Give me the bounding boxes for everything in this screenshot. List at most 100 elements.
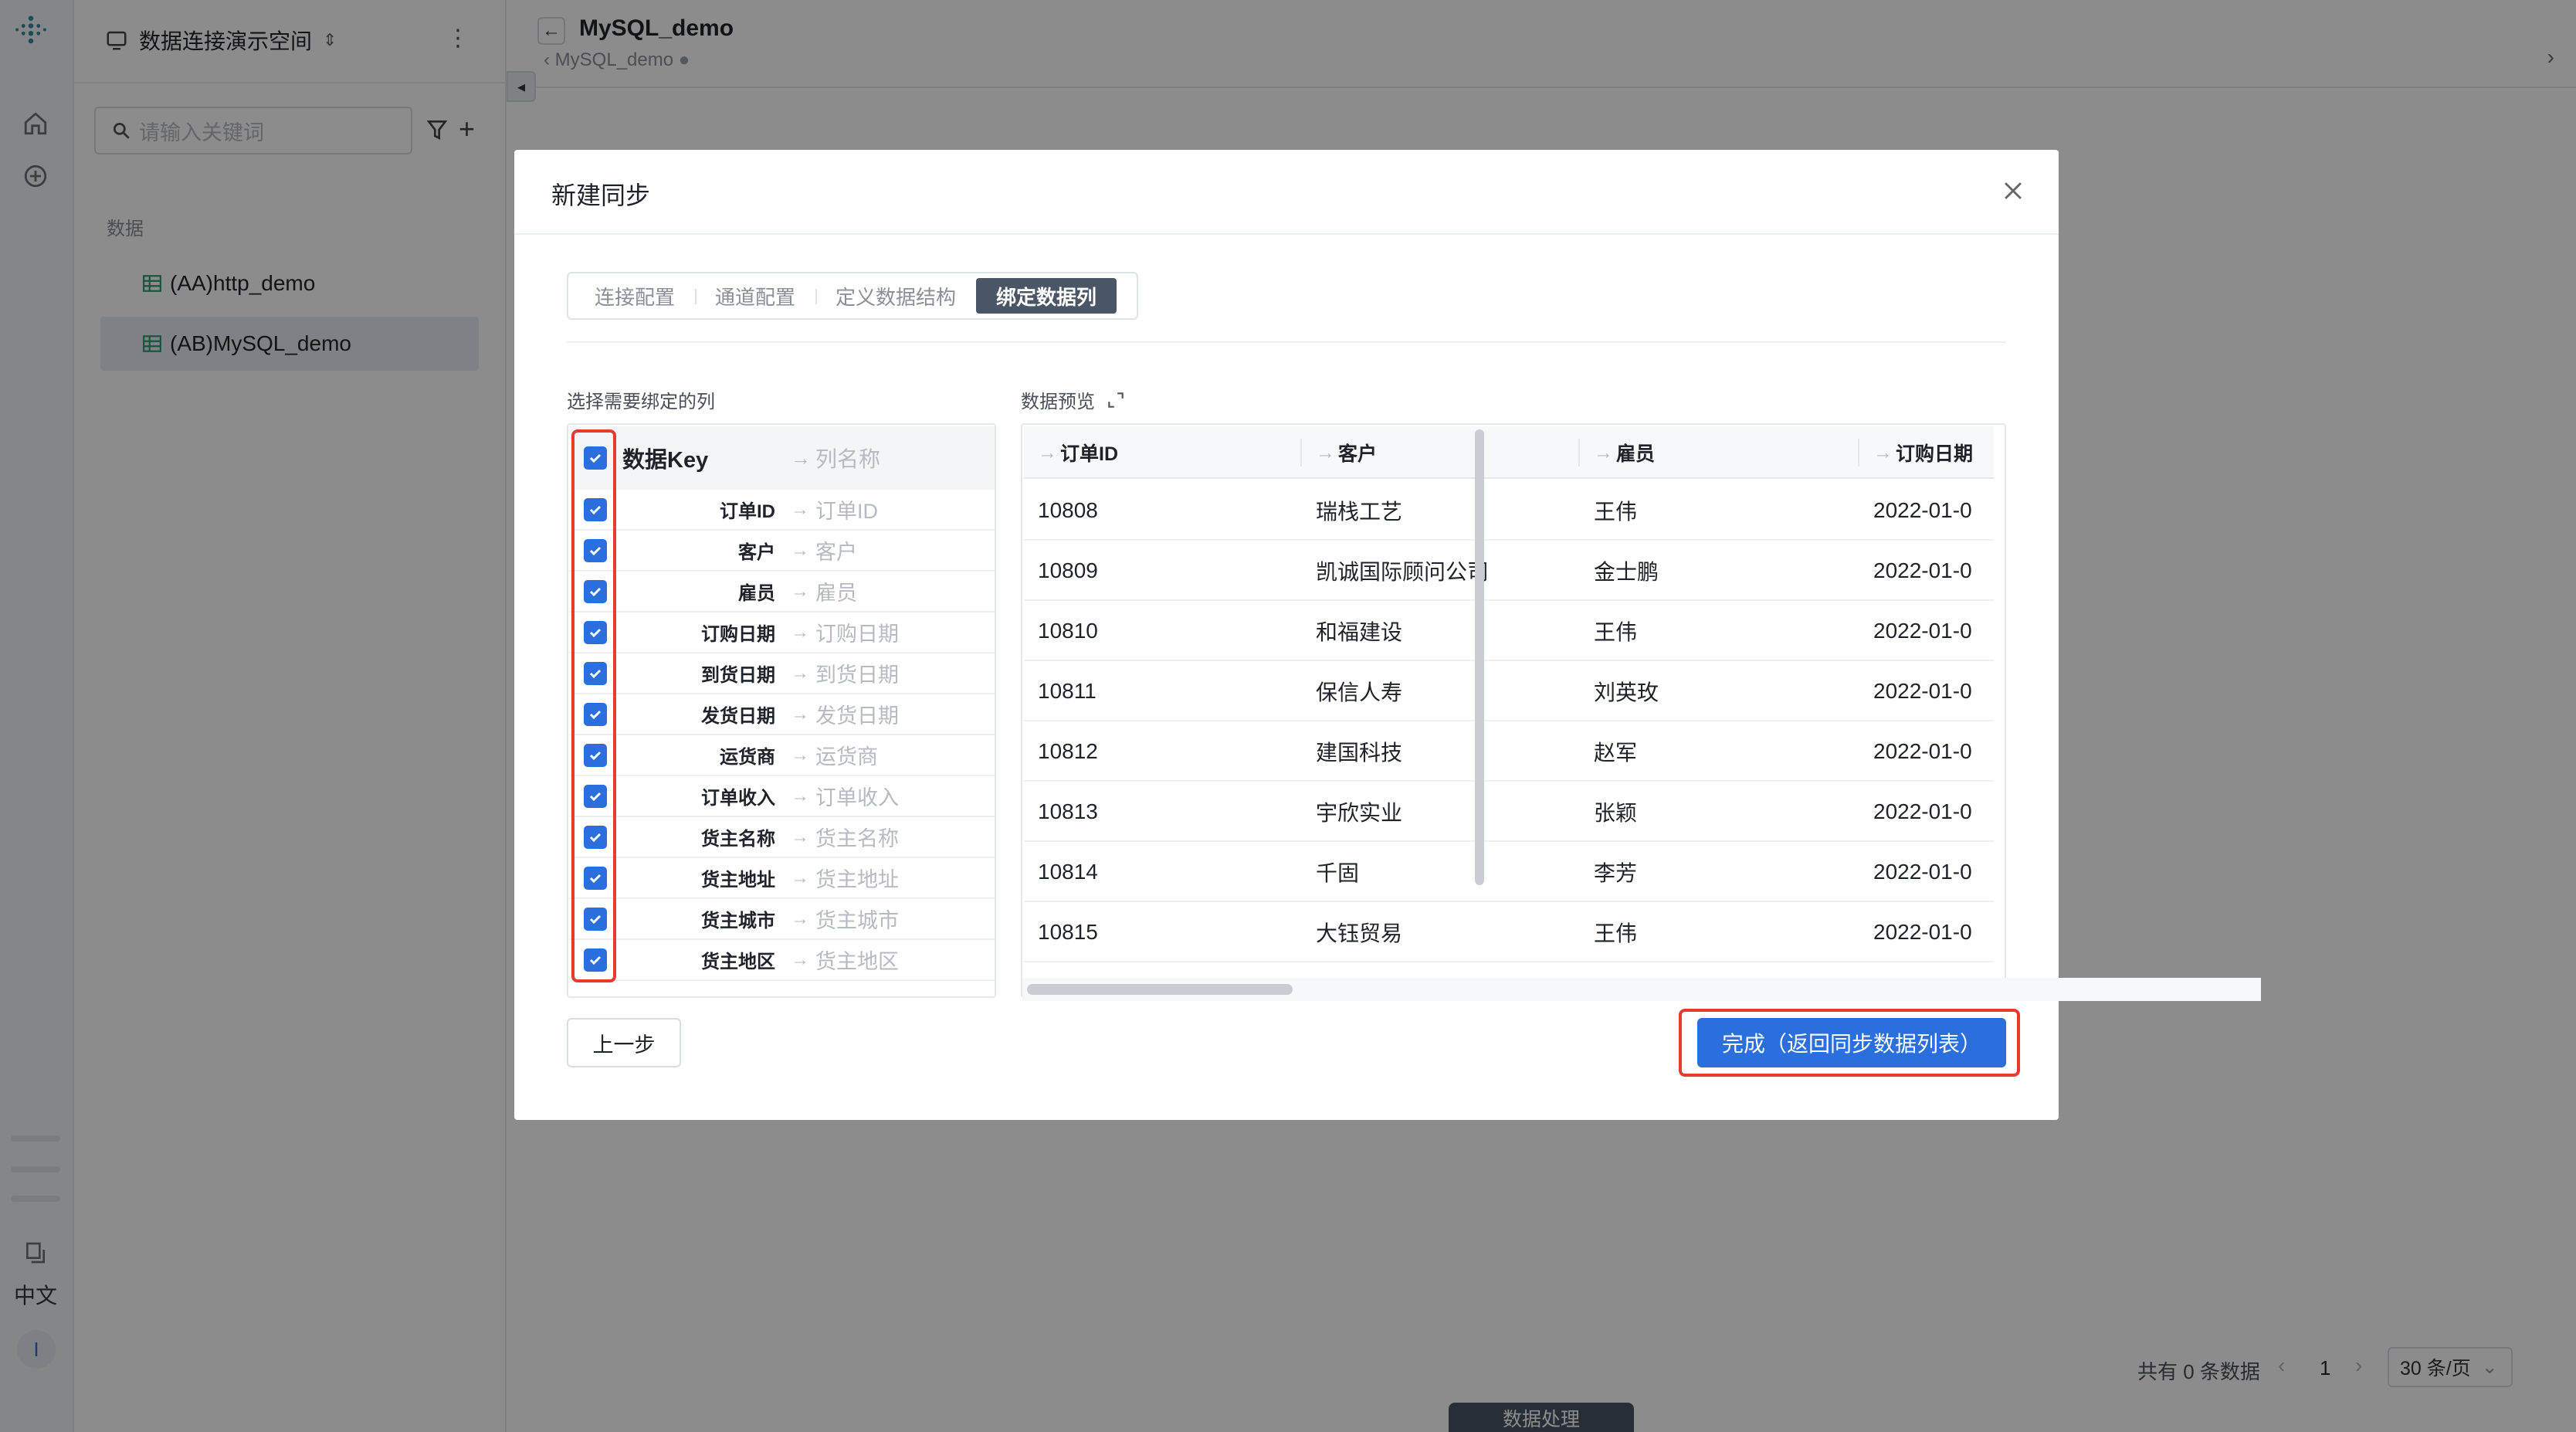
table-cell: 王伟	[1594, 620, 1638, 644]
table-row: 10812 建国科技 赵军 2022-01-0	[1024, 721, 1994, 782]
data-key-label: 运货商	[720, 747, 775, 768]
table-cell: 金士鹏	[1594, 560, 1659, 584]
data-key-label: 货主地区	[701, 952, 775, 972]
column-binding-row: 客户 → 客户	[570, 531, 995, 572]
arrow-right-icon: →	[791, 580, 809, 602]
column-binding-row: 订购日期 → 订购日期	[570, 613, 995, 653]
arrow-right-icon: →	[791, 948, 809, 970]
arrow-right-icon: →	[791, 785, 809, 806]
column-name-input[interactable]: 货主地区	[815, 945, 899, 975]
horizontal-scrollbar[interactable]	[1027, 984, 1293, 995]
column-header: → 订单ID	[1038, 426, 1118, 479]
table-cell: 2022-01-0	[1873, 498, 1972, 522]
arrow-right-icon: →	[1873, 441, 1893, 463]
data-key-label: 到货日期	[701, 665, 775, 686]
arrow-right-icon: →	[791, 826, 809, 847]
data-key-label: 订单收入	[701, 788, 775, 809]
column-name-input[interactable]: 雇员	[815, 576, 857, 606]
column-binding-row: 雇员 → 雇员	[570, 572, 995, 613]
column-name-input[interactable]: 到货日期	[815, 658, 899, 688]
table-cell: 2022-01-0	[1873, 679, 1972, 703]
table-cell: 2022-01-0	[1873, 799, 1972, 823]
table-cell: 10811	[1038, 679, 1096, 703]
arrow-right-icon: →	[791, 446, 811, 470]
table-row: 10813 宇欣实业 张颖 2022-01-0	[1024, 782, 1994, 842]
table-row: 10809 凯诚国际顾问公司 金士鹏 2022-01-0	[1024, 541, 1994, 601]
new-sync-dialog: 新建同步 连接配置 通道配置 定义数据结构 绑定数据列 选择需要绑定的列 数据预…	[514, 150, 2059, 1120]
data-key-label: 雇员	[738, 583, 775, 604]
table-cell: 10812	[1038, 739, 1098, 763]
table-cell: 10809	[1038, 558, 1098, 582]
column-binding-row: 货主地址 → 货主地址	[570, 858, 995, 899]
arrow-right-icon: →	[791, 539, 809, 561]
table-cell: 和福建设	[1316, 620, 1403, 644]
data-key-label: 发货日期	[701, 706, 775, 727]
table-cell: 2022-01-0	[1873, 619, 1972, 643]
column-name-input[interactable]: 货主地址	[815, 863, 899, 893]
column-header-label: 雇员	[1616, 443, 1656, 465]
table-cell: 建国科技	[1316, 741, 1403, 765]
table-cell: 10814	[1038, 860, 1098, 884]
column-name-input[interactable]: 订单ID	[815, 494, 878, 524]
table-row: 10814 千固 李芳 2022-01-0	[1024, 842, 1994, 902]
arrow-right-icon: →	[791, 621, 809, 643]
column-name-header: 列名称	[815, 447, 881, 471]
table-cell: 2022-01-0	[1873, 739, 1972, 763]
table-header: → 订单ID → 客户 → 雇员 → 订购日期	[1024, 426, 1994, 479]
step-connection-config[interactable]: 连接配置	[575, 278, 695, 314]
column-name-input[interactable]: 运货商	[815, 740, 878, 770]
column-name-input[interactable]: 订购日期	[815, 617, 899, 647]
table-cell: 2022-01-0	[1873, 558, 1972, 582]
column-header-label: 订单ID	[1060, 443, 1119, 465]
column-binding-row: 到货日期 → 到货日期	[570, 653, 995, 694]
expand-icon[interactable]	[1106, 390, 1126, 410]
table-cell: 赵军	[1594, 741, 1638, 765]
column-name-input[interactable]: 发货日期	[815, 699, 899, 729]
table-cell: 瑞栈工艺	[1316, 500, 1403, 524]
column-name-input[interactable]: 订单收入	[815, 781, 899, 811]
data-key-label: 订购日期	[701, 624, 775, 645]
preview-label-text: 数据预览	[1021, 392, 1095, 412]
data-key-label: 客户	[738, 542, 775, 563]
step-define-schema[interactable]: 定义数据结构	[815, 278, 976, 314]
step-channel-config[interactable]: 通道配置	[695, 278, 815, 314]
table-cell: 大钰贸易	[1316, 921, 1403, 945]
column-name-input[interactable]: 货主城市	[815, 904, 899, 934]
column-binding-row: 运货商 → 运货商	[570, 735, 995, 776]
table-cell: 保信人寿	[1316, 680, 1403, 704]
table-cell: 王伟	[1594, 921, 1638, 945]
column-header-label: 客户	[1338, 443, 1378, 465]
table-row: 10810 和福建设 王伟 2022-01-0	[1024, 601, 1994, 661]
column-resizer[interactable]	[1578, 439, 1580, 467]
column-binding-row: 货主城市 → 货主城市	[570, 899, 995, 940]
table-row: 10815 大钰贸易 王伟 2022-01-0	[1024, 902, 1994, 962]
table-cell: 2022-01-0	[1873, 860, 1972, 884]
column-name-input[interactable]: 货主名称	[815, 822, 899, 852]
column-binding-row: 货主名称 → 货主名称	[570, 817, 995, 858]
table-cell: 凯诚国际顾问公司	[1316, 560, 1490, 584]
column-name-input[interactable]: 客户	[815, 535, 857, 565]
previous-step-button[interactable]: 上一步	[567, 1018, 681, 1067]
table-cell: 10810	[1038, 619, 1098, 643]
column-header: → 客户	[1316, 426, 1377, 479]
step-bind-columns[interactable]: 绑定数据列	[976, 278, 1117, 314]
column-binding-row: 发货日期 → 发货日期	[570, 694, 995, 735]
close-icon[interactable]	[2000, 178, 2026, 204]
column-resizer[interactable]	[1300, 439, 1302, 467]
arrow-right-icon: →	[791, 662, 809, 684]
vertical-scrollbar[interactable]	[1475, 429, 1484, 885]
column-binding-row: 订单收入 → 订单收入	[570, 776, 995, 817]
table-cell: 张颖	[1594, 801, 1638, 825]
table-row: 10811 保信人寿 刘英玫 2022-01-0	[1024, 661, 1994, 721]
column-header: → 订购日期	[1873, 426, 1973, 479]
column-header: → 雇员	[1594, 426, 1655, 479]
column-header-label: 订购日期	[1896, 443, 1974, 465]
dialog-header: 新建同步	[514, 150, 2059, 235]
arrow-right-icon: →	[791, 498, 809, 520]
column-resizer[interactable]	[1858, 439, 1859, 467]
data-key-label: 货主城市	[701, 911, 775, 931]
preview-label: 数据预览	[1021, 386, 1126, 413]
table-cell: 刘英玫	[1594, 680, 1659, 704]
column-binding-row: 货主地区 → 货主地区	[570, 940, 995, 981]
highlight-box-checkboxes	[571, 429, 616, 982]
